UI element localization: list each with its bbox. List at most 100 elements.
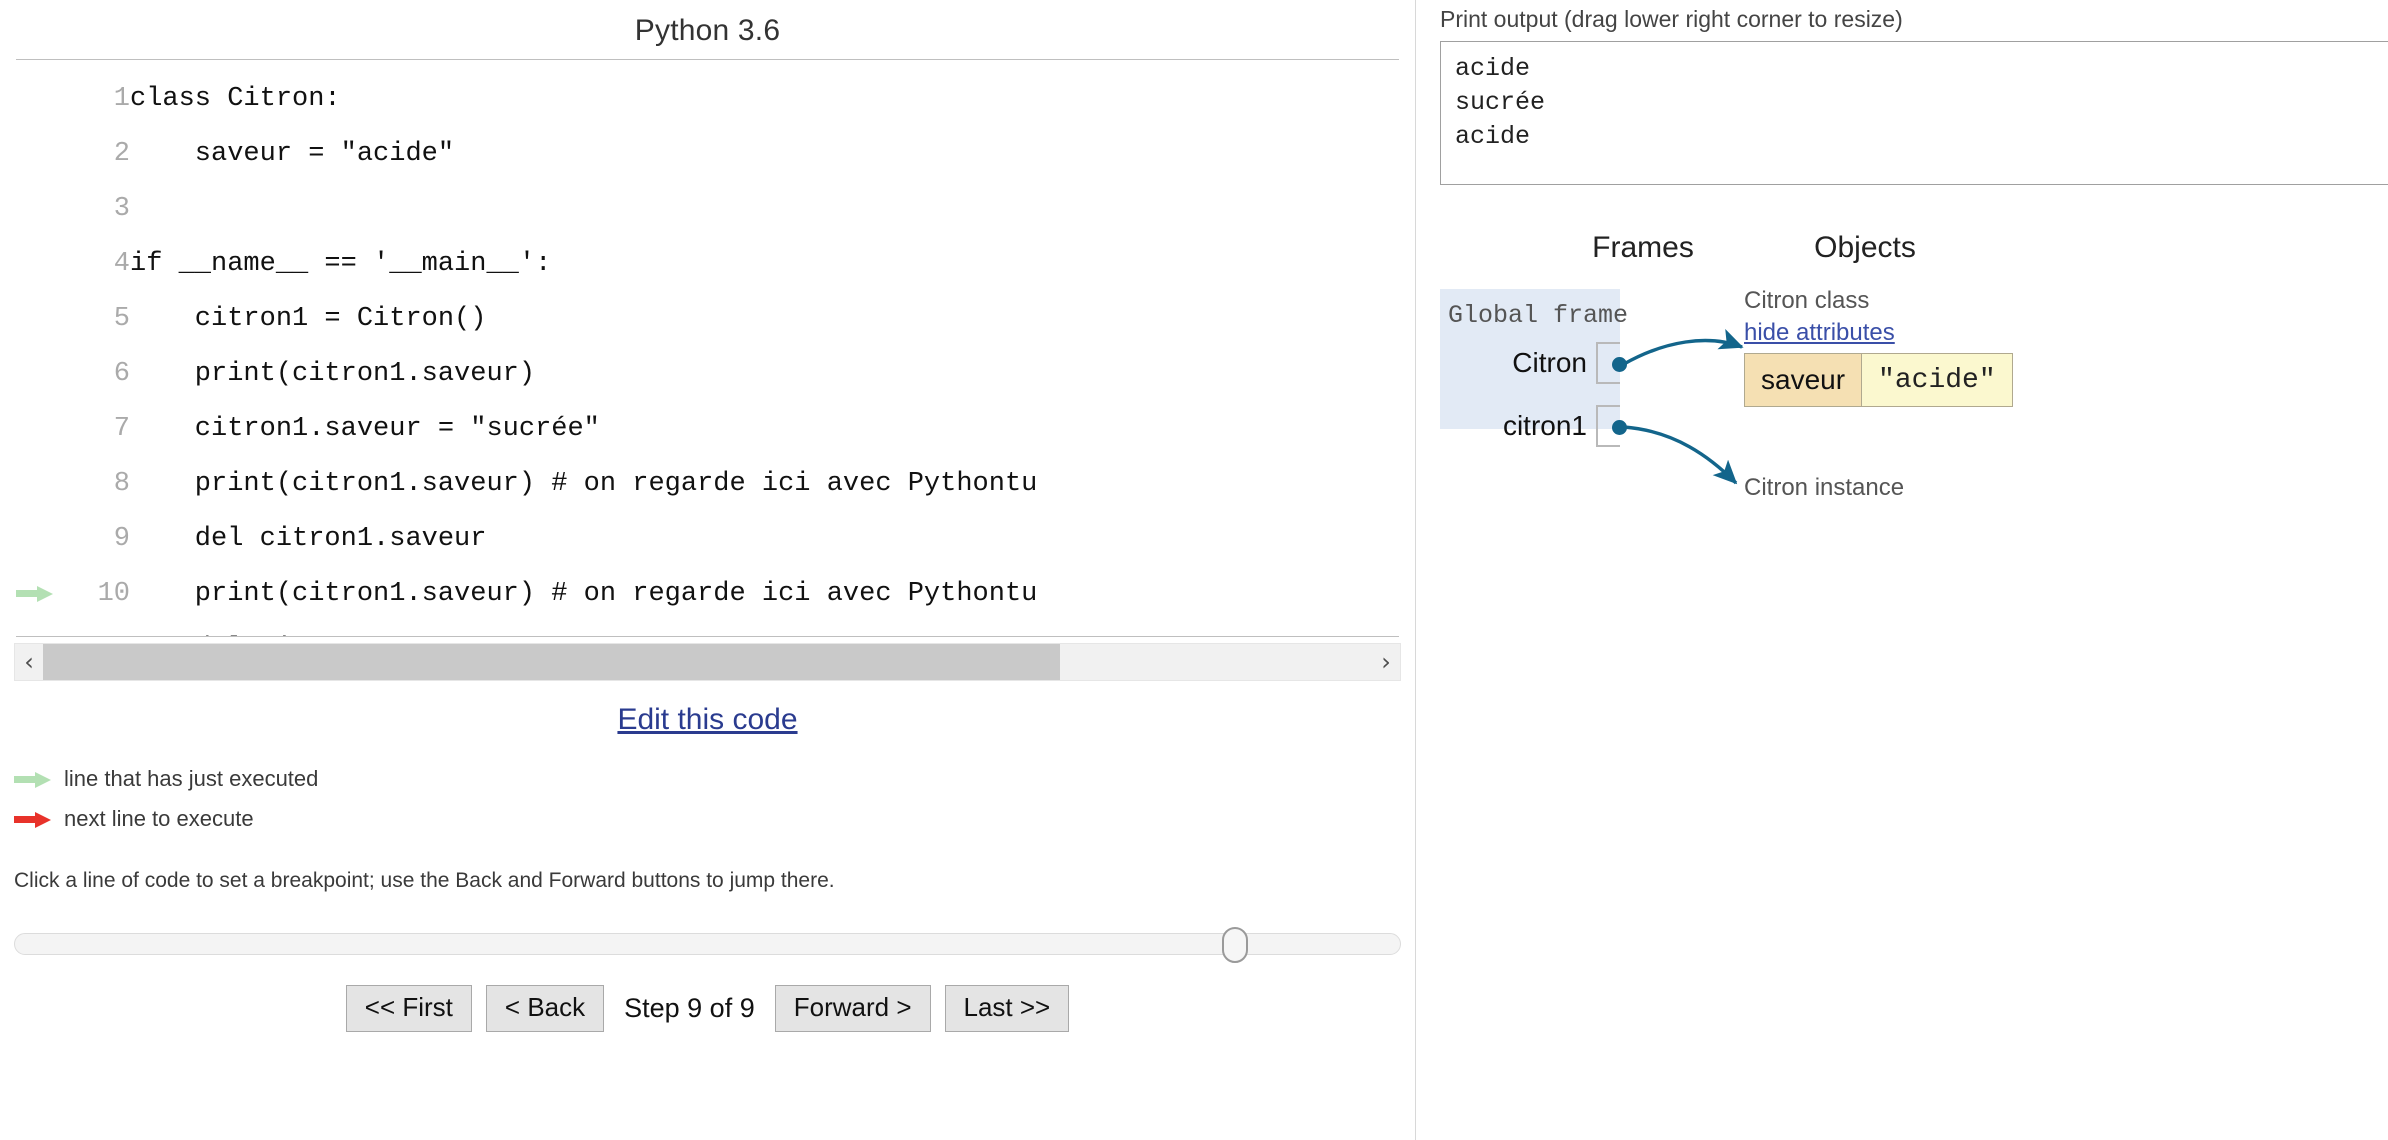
back-button[interactable]: < Back xyxy=(485,985,605,1032)
code-line-row[interactable]: 2 saveur = "acide" xyxy=(16,127,1037,182)
line-marker-empty xyxy=(16,457,78,512)
pythontutor-visualizer: Python 3.6 1 class Citron: 2 saveur = "aci… xyxy=(0,0,2388,1140)
code-line-text[interactable]: print(citron1.saveur) # on regarde ici a… xyxy=(130,457,1038,512)
variable-name: citron1 xyxy=(1502,410,1587,441)
code-line-text[interactable]: if __name__ == '__main__': xyxy=(130,237,1037,292)
line-marker-empty xyxy=(16,402,78,457)
legend-next-line-label: next line to execute xyxy=(64,806,254,831)
code-line-row[interactable]: 11 del citron1.saveur xyxy=(16,622,1037,636)
line-marker-empty xyxy=(16,347,78,402)
attribute-key: saveur xyxy=(1743,353,1863,407)
edit-code-row: Edit this code xyxy=(0,703,1415,737)
frames-heading: Frames xyxy=(1592,231,1694,264)
code-line-row[interactable]: 10 print(citron1.saveur) # on regarde ic… xyxy=(16,567,1037,622)
code-line-row[interactable]: 9 del citron1.saveur xyxy=(16,512,1037,567)
line-number[interactable]: 11 xyxy=(78,622,130,636)
code-line-text[interactable]: class Citron: xyxy=(130,72,1037,127)
step-counter-label: Step 9 of 9 xyxy=(624,992,755,1023)
code-line-row[interactable]: 3 xyxy=(16,182,1037,237)
variable-name: Citron xyxy=(1512,347,1587,378)
forward-button[interactable]: Forward > xyxy=(774,985,931,1032)
objects-heading: Objects xyxy=(1814,231,1916,264)
step-slider-track[interactable] xyxy=(14,933,1401,955)
code-line-text[interactable] xyxy=(130,182,1037,237)
code-line-row[interactable]: 4 if __name__ == '__main__': xyxy=(16,237,1037,292)
pointer-dot-icon xyxy=(1612,420,1627,435)
attribute-value: "acide" xyxy=(1861,353,2013,407)
line-marker-empty xyxy=(16,72,78,127)
code-listing: 1 class Citron: 2 saveur = "acide" 3 4 if __n… xyxy=(16,60,1399,636)
line-number[interactable]: 1 xyxy=(78,72,130,127)
line-number[interactable]: 2 xyxy=(78,127,130,182)
red-arrow-icon xyxy=(14,812,52,828)
variable-pointer-slot xyxy=(1596,405,1627,447)
green-arrow-icon xyxy=(16,585,54,602)
line-number[interactable]: 7 xyxy=(78,402,130,457)
legend-next-line: next line to execute xyxy=(14,799,1415,839)
breakpoint-hint: Click a line of code to set a breakpoint… xyxy=(14,869,835,892)
arrow-citron-class xyxy=(1623,328,1744,366)
just-executed-marker xyxy=(16,567,78,622)
last-button[interactable]: Last >> xyxy=(944,985,1070,1032)
line-number[interactable]: 5 xyxy=(78,292,130,347)
scrollbar-track[interactable] xyxy=(43,644,1372,680)
line-marker-empty xyxy=(16,237,78,292)
green-arrow-icon xyxy=(14,772,52,788)
table-row: saveur "acide" xyxy=(1743,353,2013,407)
code-horizontal-scrollbar[interactable]: ‹ › xyxy=(14,643,1401,681)
code-line-row[interactable]: 1 class Citron: xyxy=(16,72,1037,127)
line-marker-empty xyxy=(16,127,78,182)
line-number[interactable]: 4 xyxy=(78,237,130,292)
variable-pointer-slot xyxy=(1596,342,1627,384)
line-number[interactable]: 8 xyxy=(78,457,130,512)
scroll-left-icon[interactable]: ‹ xyxy=(15,644,43,680)
pointer-dot-icon xyxy=(1612,357,1627,372)
object-label-citron-instance: Citron instance xyxy=(1744,474,1905,501)
code-line-text[interactable]: del citron1.saveur xyxy=(130,512,1037,567)
legend-just-executed: line that has just executed xyxy=(14,759,1415,799)
line-marker-empty xyxy=(16,182,78,237)
frame-variable-citron1[interactable]: citron1 xyxy=(1502,404,1627,448)
hide-attributes-link[interactable]: hide attributes xyxy=(1744,319,1895,347)
line-number[interactable]: 3 xyxy=(78,182,130,237)
step-slider-handle[interactable] xyxy=(1221,927,1248,963)
code-line-text[interactable]: del citron1.saveur xyxy=(130,622,1037,636)
scrollbar-thumb[interactable] xyxy=(43,644,1060,680)
line-number[interactable]: 10 xyxy=(78,567,130,622)
arrow-citron-instance xyxy=(1623,425,1738,485)
code-line-row[interactable]: 5 citron1 = Citron() xyxy=(16,292,1037,347)
global-frame-title: Global frame xyxy=(1448,301,1629,330)
code-bottom-divider xyxy=(16,636,1399,637)
code-pane: Python 3.6 1 class Citron: 2 saveur = "aci… xyxy=(0,0,1416,1140)
object-label-citron-class: Citron class xyxy=(1744,287,1870,314)
visualization-pane: Print output (drag lower right corner to… xyxy=(1416,0,2388,1140)
frames-objects-diagram: Frames Objects Global frame Citron citro… xyxy=(1440,231,2388,791)
language-label: Python 3.6 xyxy=(634,14,781,47)
line-number[interactable]: 6 xyxy=(78,347,130,402)
print-output-resize-row xyxy=(1440,185,2388,207)
print-output-label: Print output (drag lower right corner to… xyxy=(1440,6,1903,32)
global-frame-box: Global frame Citron citron1 xyxy=(1440,289,1629,447)
step-slider[interactable] xyxy=(14,927,1401,963)
code-line-text[interactable]: citron1 = Citron() xyxy=(130,292,1037,347)
code-line-row[interactable]: 7 citron1.saveur = "sucrée" xyxy=(16,402,1037,457)
code-line-text[interactable]: print(citron1.saveur) xyxy=(130,347,1037,402)
next-line-marker xyxy=(16,622,78,636)
line-marker-empty xyxy=(16,292,78,347)
code-line-row[interactable]: 8 print(citron1.saveur) # on regarde ici… xyxy=(16,457,1038,512)
line-number[interactable]: 9 xyxy=(78,512,130,567)
code-line-row[interactable]: 6 print(citron1.saveur) xyxy=(16,347,1037,402)
class-attributes-table: saveur "acide" xyxy=(1743,353,2013,407)
edit-this-code-link[interactable]: Edit this code xyxy=(617,703,797,736)
print-output-box[interactable]: acide sucrée acide xyxy=(1440,41,2388,185)
scroll-right-icon[interactable]: › xyxy=(1372,644,1400,680)
line-marker-empty xyxy=(16,512,78,567)
frame-variable-citron[interactable]: Citron xyxy=(1512,341,1627,385)
code-line-text[interactable]: citron1.saveur = "sucrée" xyxy=(130,402,1037,457)
code-line-text[interactable]: saveur = "acide" xyxy=(130,127,1037,182)
first-button[interactable]: << First xyxy=(345,985,472,1032)
code-line-text[interactable]: print(citron1.saveur) # on regarde ici a… xyxy=(130,567,1038,622)
code-table: 1 class Citron: 2 saveur = "acide" 3 4 if __n… xyxy=(16,72,1037,636)
arrow-legend: line that has just executed next line to… xyxy=(14,759,1415,839)
legend-just-executed-label: line that has just executed xyxy=(64,766,319,791)
